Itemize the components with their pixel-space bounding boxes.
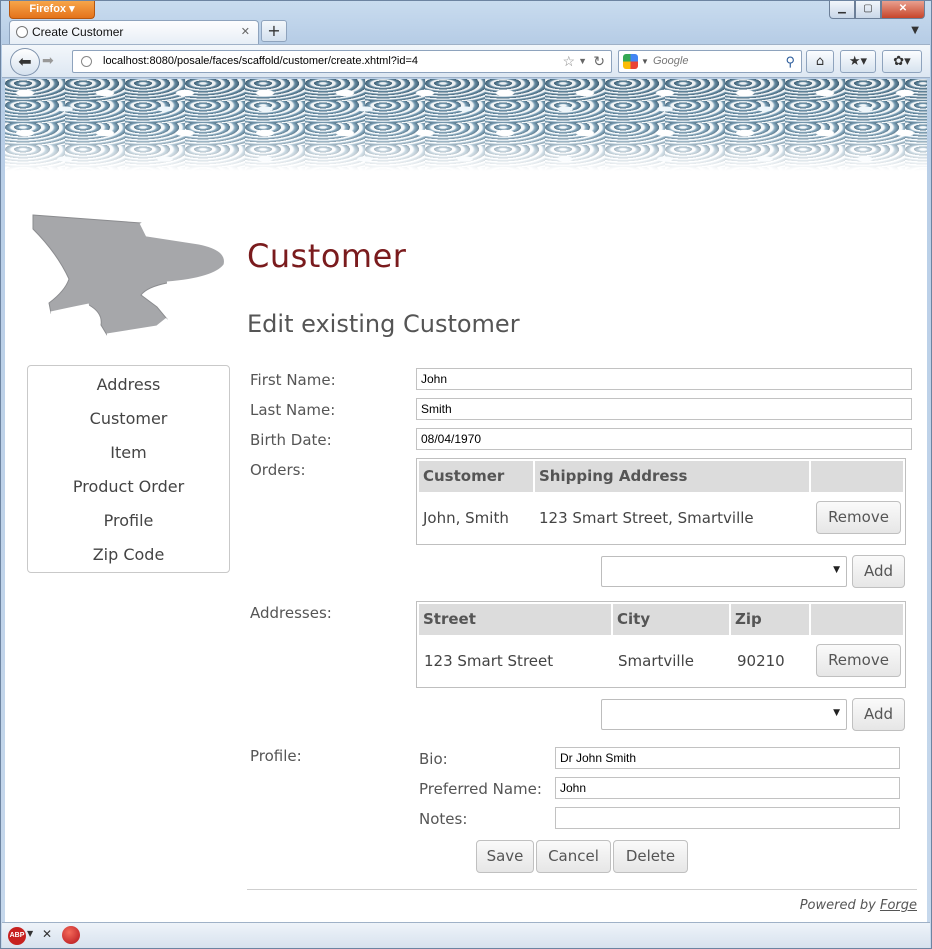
bio-label: Bio: — [419, 750, 448, 768]
addresses-table: Street City Zip 123 Smart Street Smartvi… — [416, 601, 906, 688]
addresses-remove-button[interactable]: Remove — [816, 644, 901, 677]
adblock-plus-icon[interactable]: ABP — [8, 927, 26, 945]
sidebar-item-item[interactable]: Item — [28, 436, 229, 470]
search-engine-dropdown-icon[interactable]: ▼ — [641, 51, 649, 72]
addresses-header-street: Street — [419, 604, 611, 635]
sidebar-item-profile[interactable]: Profile — [28, 504, 229, 538]
birth-date-input[interactable]: 08/04/1970 — [416, 428, 912, 450]
chevron-down-icon: ▼ — [833, 708, 840, 718]
preferred-name-input[interactable]: John — [555, 777, 900, 799]
page-title: Customer — [247, 237, 407, 275]
new-tab-button[interactable]: + — [261, 20, 287, 42]
first-name-label: First Name: — [250, 371, 336, 389]
forward-arrow-icon[interactable]: ➡ — [42, 53, 54, 69]
notes-label: Notes: — [419, 810, 468, 828]
maximize-icon[interactable]: ▢ — [855, 1, 881, 19]
first-name-input[interactable]: John — [416, 368, 912, 390]
search-placeholder: Google — [653, 55, 689, 67]
page-loading-icon — [16, 26, 28, 38]
url-text: localhost:8080/posale/faces/scaffold/cus… — [103, 55, 419, 67]
header-banner-fade — [5, 134, 927, 171]
close-icon[interactable]: ✕ — [881, 1, 925, 19]
url-history-dropdown-icon[interactable]: ▼ — [578, 51, 587, 72]
addresses-cell-street: 123 Smart Street — [424, 652, 554, 670]
reload-icon[interactable]: ↻ — [593, 51, 605, 72]
orders-header-customer: Customer — [419, 461, 533, 492]
save-button[interactable]: Save — [476, 840, 534, 873]
orders-add-button[interactable]: Add — [852, 555, 905, 588]
chevron-down-icon: ▼ — [833, 565, 840, 575]
cancel-button[interactable]: Cancel — [536, 840, 611, 873]
sidebar-item-zip-code[interactable]: Zip Code — [28, 538, 229, 572]
orders-table: Customer Shipping Address John, Smith 12… — [416, 458, 906, 545]
birth-date-label: Birth Date: — [250, 431, 332, 449]
orders-header-shipping-address: Shipping Address — [535, 461, 809, 492]
addresses-select[interactable]: ▼ — [601, 699, 847, 730]
orders-label: Orders: — [250, 461, 306, 479]
search-input[interactable]: ▼ Google ⚲ — [618, 50, 802, 73]
sidebar-item-address[interactable]: Address — [28, 368, 229, 402]
footer-divider — [247, 889, 917, 890]
browser-window: Firefox ▾ ▁ ▢ ✕ Create Customer ✕ + ▼ ⬅ … — [0, 0, 932, 949]
minimize-icon[interactable]: ▁ — [829, 1, 855, 19]
page-subtitle: Edit existing Customer — [247, 310, 520, 338]
url-bar[interactable]: localhost:8080/posale/faces/scaffold/cus… — [72, 50, 612, 73]
tab-create-customer[interactable]: Create Customer ✕ — [9, 20, 259, 44]
orders-cell-customer: John, Smith — [423, 509, 509, 527]
orders-cell-shipping-address: 123 Smart Street, Smartville — [539, 509, 754, 527]
firefox-menu-label: Firefox — [29, 3, 67, 15]
site-identity-icon[interactable] — [81, 56, 92, 67]
forge-link[interactable]: Forge — [880, 898, 917, 913]
window-controls: ▁ ▢ ✕ — [829, 1, 925, 19]
footer: Powered by Forge — [800, 898, 917, 913]
google-engine-icon[interactable] — [623, 54, 638, 69]
chevron-down-icon[interactable]: ▼ — [27, 929, 33, 938]
extension-icon[interactable] — [62, 926, 80, 944]
page-viewport: Address Customer Item Product Order Prof… — [5, 79, 927, 922]
firefox-menu-button[interactable]: Firefox ▾ — [9, 1, 95, 19]
last-name-label: Last Name: — [250, 401, 336, 419]
tab-list-icon[interactable]: ▼ — [911, 25, 919, 36]
bookmark-star-icon[interactable]: ☆ — [562, 51, 575, 72]
status-bar: ABP ▼ ✕ — [2, 922, 930, 948]
addresses-header-city: City — [613, 604, 729, 635]
sidebar-nav: Address Customer Item Product Order Prof… — [27, 365, 230, 573]
delete-button[interactable]: Delete — [613, 840, 688, 873]
addresses-add-button[interactable]: Add — [852, 698, 905, 731]
addresses-cell-city: Smartville — [618, 652, 694, 670]
home-icon[interactable]: ⌂ — [806, 50, 834, 73]
anvil-logo-icon — [32, 214, 227, 337]
orders-select[interactable]: ▼ — [601, 556, 847, 587]
addon-toolbar-icon[interactable]: ✿▾ — [882, 50, 922, 73]
chevron-down-icon: ▾ — [69, 3, 75, 15]
addresses-header-zip: Zip — [731, 604, 809, 635]
tab-close-icon[interactable]: ✕ — [241, 21, 250, 43]
close-icon[interactable]: ✕ — [42, 927, 52, 941]
sidebar-item-product-order[interactable]: Product Order — [28, 470, 229, 504]
bookmarks-menu-icon[interactable]: ★▾ — [840, 50, 876, 73]
addresses-header-actions — [811, 604, 903, 635]
powered-by-text: Powered by — [799, 898, 876, 913]
sidebar-item-customer[interactable]: Customer — [28, 402, 229, 436]
profile-label: Profile: — [250, 747, 302, 765]
orders-header-actions — [811, 461, 903, 492]
preferred-name-label: Preferred Name: — [419, 780, 542, 798]
addresses-cell-zip: 90210 — [737, 652, 785, 670]
navigation-toolbar: ⬅ ➡ localhost:8080/posale/faces/scaffold… — [2, 44, 930, 78]
orders-remove-button[interactable]: Remove — [816, 501, 901, 534]
addresses-label: Addresses: — [250, 604, 332, 622]
search-icon[interactable]: ⚲ — [785, 51, 795, 72]
back-arrow-icon[interactable]: ⬅ — [10, 48, 40, 76]
sidebar-list: Address Customer Item Product Order Prof… — [28, 366, 229, 572]
last-name-input[interactable]: Smith — [416, 398, 912, 420]
tab-title: Create Customer — [32, 25, 124, 39]
bio-input[interactable]: Dr John Smith — [555, 747, 900, 769]
notes-input[interactable] — [555, 807, 900, 829]
